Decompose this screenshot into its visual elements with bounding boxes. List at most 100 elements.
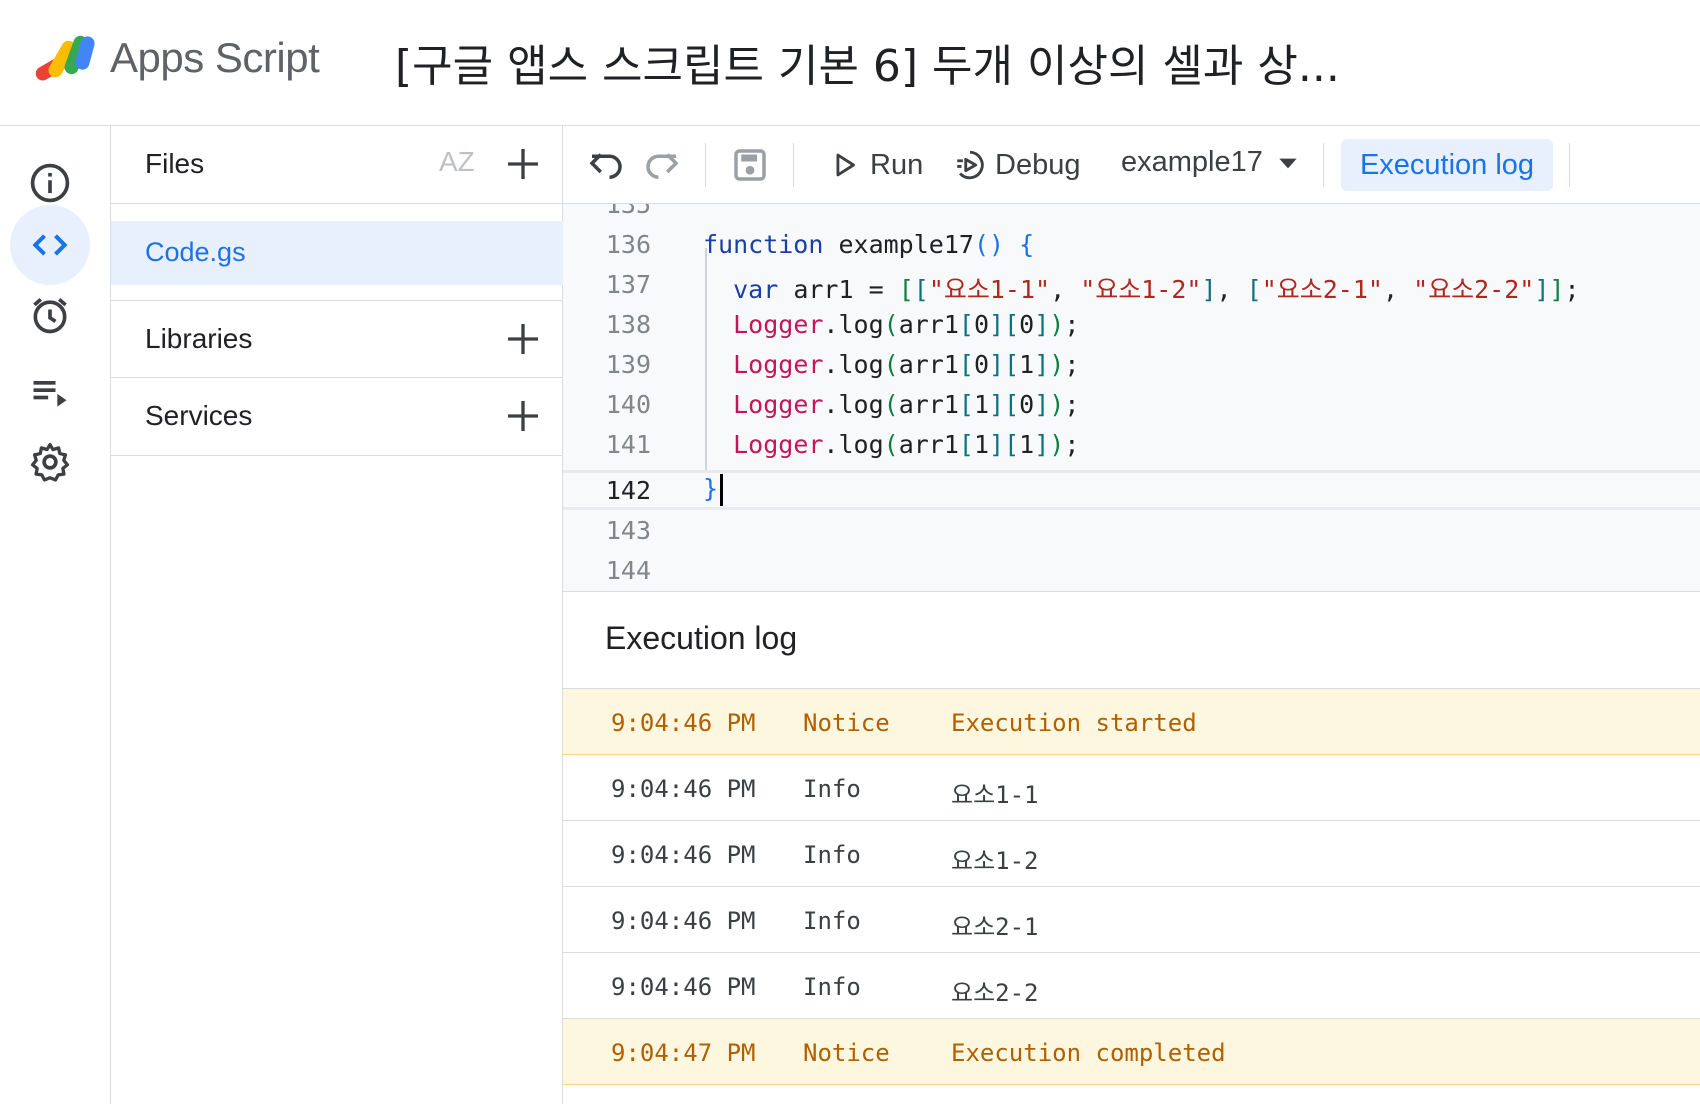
code-line: 140 Logger.log(arr1[1][0]); [563,384,1700,424]
log-time: 9:04:47 PM [611,1039,756,1067]
debug-label: Debug [995,148,1081,181]
triggers-button[interactable] [10,275,90,355]
log-level: Info [803,973,861,1001]
code-line: 143 [563,510,1700,550]
save-icon[interactable] [729,144,771,186]
toolbar-separator [793,143,794,187]
apps-script-logo[interactable] [32,30,102,86]
code-line: 144 [563,550,1700,590]
code-editor[interactable]: 135 136 function example17() { 137 var a… [563,204,1700,592]
log-message: 요소2-2 [951,979,1039,1007]
log-level: Info [803,907,861,935]
execution-log-table: 9:04:46 PM Notice Execution started 9:04… [563,688,1700,1085]
log-message: 요소1-1 [951,781,1039,809]
file-name: Code.gs [145,237,246,267]
log-level: Notice [803,709,890,737]
services-row: Services [111,378,563,456]
log-time: 9:04:46 PM [611,973,756,1001]
code-line-current: 142 } [563,470,1700,510]
code-line: 136 function example17() { [563,224,1700,264]
line-source: } [703,474,724,506]
editor-toolbar: Run Debug example17 Execution log [563,126,1700,204]
services-label: Services [145,400,253,431]
libraries-label: Libraries [145,323,253,354]
app-name: Apps Script [110,34,320,81]
executions-icon [33,381,67,407]
left-navigation-rail [0,126,111,1104]
log-row: 9:04:46 PM Info 요소1-2 [563,821,1700,887]
add-service-plus-icon[interactable] [503,396,543,436]
log-time: 9:04:46 PM [611,907,756,935]
chevron-down-icon [1279,158,1297,168]
log-row: 9:04:46 PM Info 요소2-1 [563,887,1700,953]
add-file-plus-icon[interactable] [503,144,543,184]
line-number: 139 [605,350,651,379]
log-level: Info [803,841,861,869]
line-number: 135 [605,204,651,219]
sort-files-button[interactable]: AZ [439,146,483,186]
files-header: Files AZ [111,126,563,204]
log-level: Info [803,775,861,803]
gear-icon [30,442,70,482]
info-icon [30,163,70,203]
function-name: example17 [1121,146,1263,178]
line-number: 144 [605,556,651,585]
execution-log-button[interactable]: Execution log [1341,139,1553,191]
code-line: 138 Logger.log(arr1[0][0]); [563,304,1700,344]
run-label: Run [870,148,924,181]
code-icon [32,234,68,256]
line-number: 138 [605,310,651,339]
log-message: Execution completed [951,1039,1226,1067]
line-source: Logger.log(arr1[1][0]); [733,390,1080,419]
line-number: 143 [605,516,651,545]
executions-button[interactable] [10,352,90,432]
log-level: Notice [803,1039,890,1067]
log-row: 9:04:46 PM Info 요소2-2 [563,953,1700,1019]
log-time: 9:04:46 PM [611,841,756,869]
execution-log-title: Execution log [605,620,798,656]
log-message: Execution started [951,709,1197,737]
line-source: var arr1 = [["요소1-1", "요소1-2"], ["요소2-1"… [733,275,1580,304]
files-panel: Files AZ Code.gs Libraries Services [111,126,563,1104]
editor-button[interactable] [10,205,90,285]
undo-icon[interactable] [585,144,627,186]
line-number: 141 [605,430,651,459]
alarm-icon [33,298,67,334]
add-library-plus-icon[interactable] [503,319,543,359]
log-message: 요소1-2 [951,847,1039,875]
line-source: Logger.log(arr1[1][1]); [733,430,1080,459]
log-time: 9:04:46 PM [611,775,756,803]
toolbar-separator [705,143,706,187]
debug-button[interactable]: Debug [953,144,1080,186]
line-source: function example17() { [703,230,1035,259]
play-icon [836,153,855,177]
line-number: 142 [605,476,651,505]
line-number: 136 [605,230,651,259]
log-message: 요소2-1 [951,913,1039,941]
libraries-row: Libraries [111,300,563,378]
debug-icon [957,150,984,180]
log-row: 9:04:46 PM Info 요소1-1 [563,755,1700,821]
file-item-code-gs[interactable]: Code.gs [111,221,563,285]
toolbar-separator [1323,143,1324,187]
toolbar-separator [1569,143,1570,187]
execution-log-panel: Execution log 9:04:46 PM Notice Executio… [563,592,1700,1104]
project-settings-button[interactable] [10,422,90,502]
line-source: Logger.log(arr1[0][1]); [733,350,1080,379]
line-number: 140 [605,390,651,419]
log-row: 9:04:46 PM Notice Execution started [563,689,1700,755]
project-title[interactable]: [구글 앱스 스크립트 기본 6] 두개 이상의 셀과 상... [395,30,1340,94]
function-selector[interactable]: example17 [1121,146,1301,179]
code-line: 141 Logger.log(arr1[1][1]); [563,424,1700,464]
log-row: 9:04:47 PM Notice Execution completed [563,1019,1700,1085]
app-header: Apps Script [구글 앱스 스크립트 기본 6] 두개 이상의 셀과 … [0,0,1700,126]
run-button[interactable]: Run [828,144,923,186]
code-line: 139 Logger.log(arr1[0][1]); [563,344,1700,384]
line-source: Logger.log(arr1[0][0]); [733,310,1080,339]
line-number: 137 [605,270,651,299]
files-label: Files [145,148,205,179]
text-cursor [720,474,724,506]
code-line: 135 [563,204,1700,224]
code-line: 137 var arr1 = [["요소1-1", "요소1-2"], ["요소… [563,264,1700,304]
redo-icon[interactable] [641,144,683,186]
